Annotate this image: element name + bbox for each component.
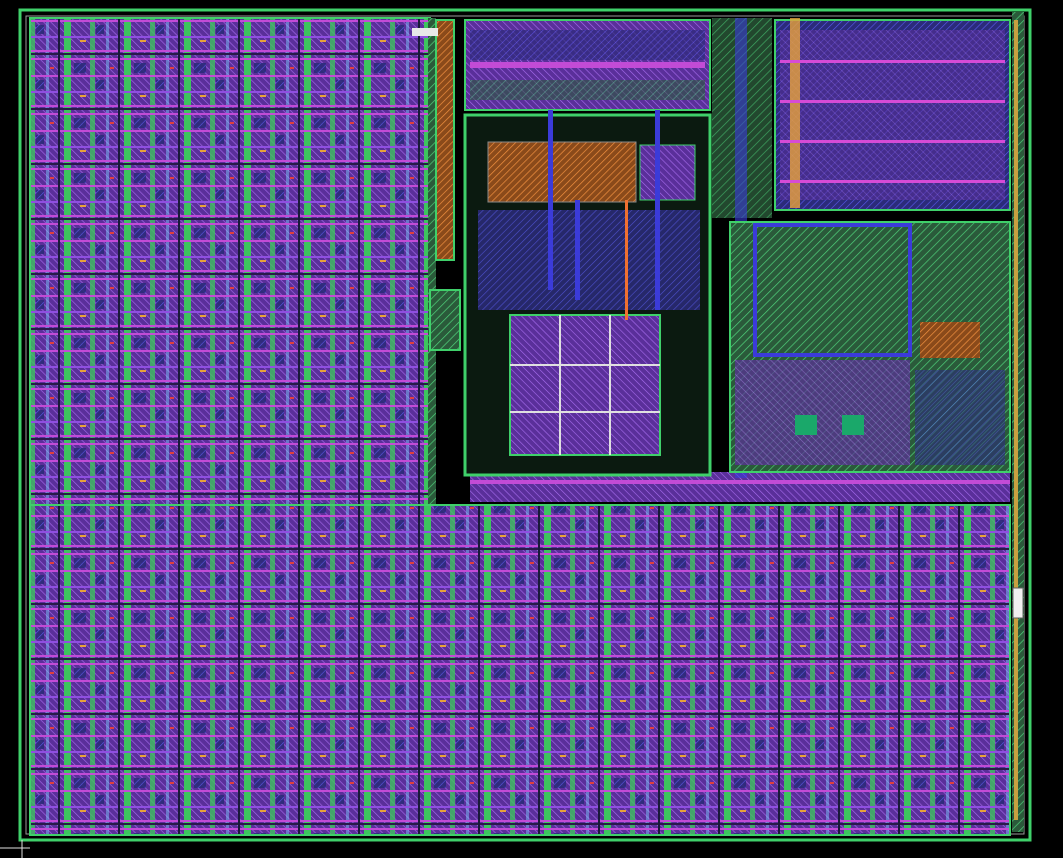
layout-canvas[interactable]	[0, 0, 1063, 858]
sense-amp-cluster[interactable]	[463, 110, 712, 477]
analog-core[interactable]	[729, 221, 1011, 473]
control-logic-right[interactable]	[774, 18, 1011, 211]
pin-marker-top[interactable]	[412, 28, 438, 36]
bank-array-bottom[interactable]	[29, 472, 1011, 836]
pin-marker-right[interactable]	[1012, 587, 1024, 619]
row-decoder-top[interactable]	[464, 19, 711, 111]
bank-array-left[interactable]	[29, 17, 436, 509]
